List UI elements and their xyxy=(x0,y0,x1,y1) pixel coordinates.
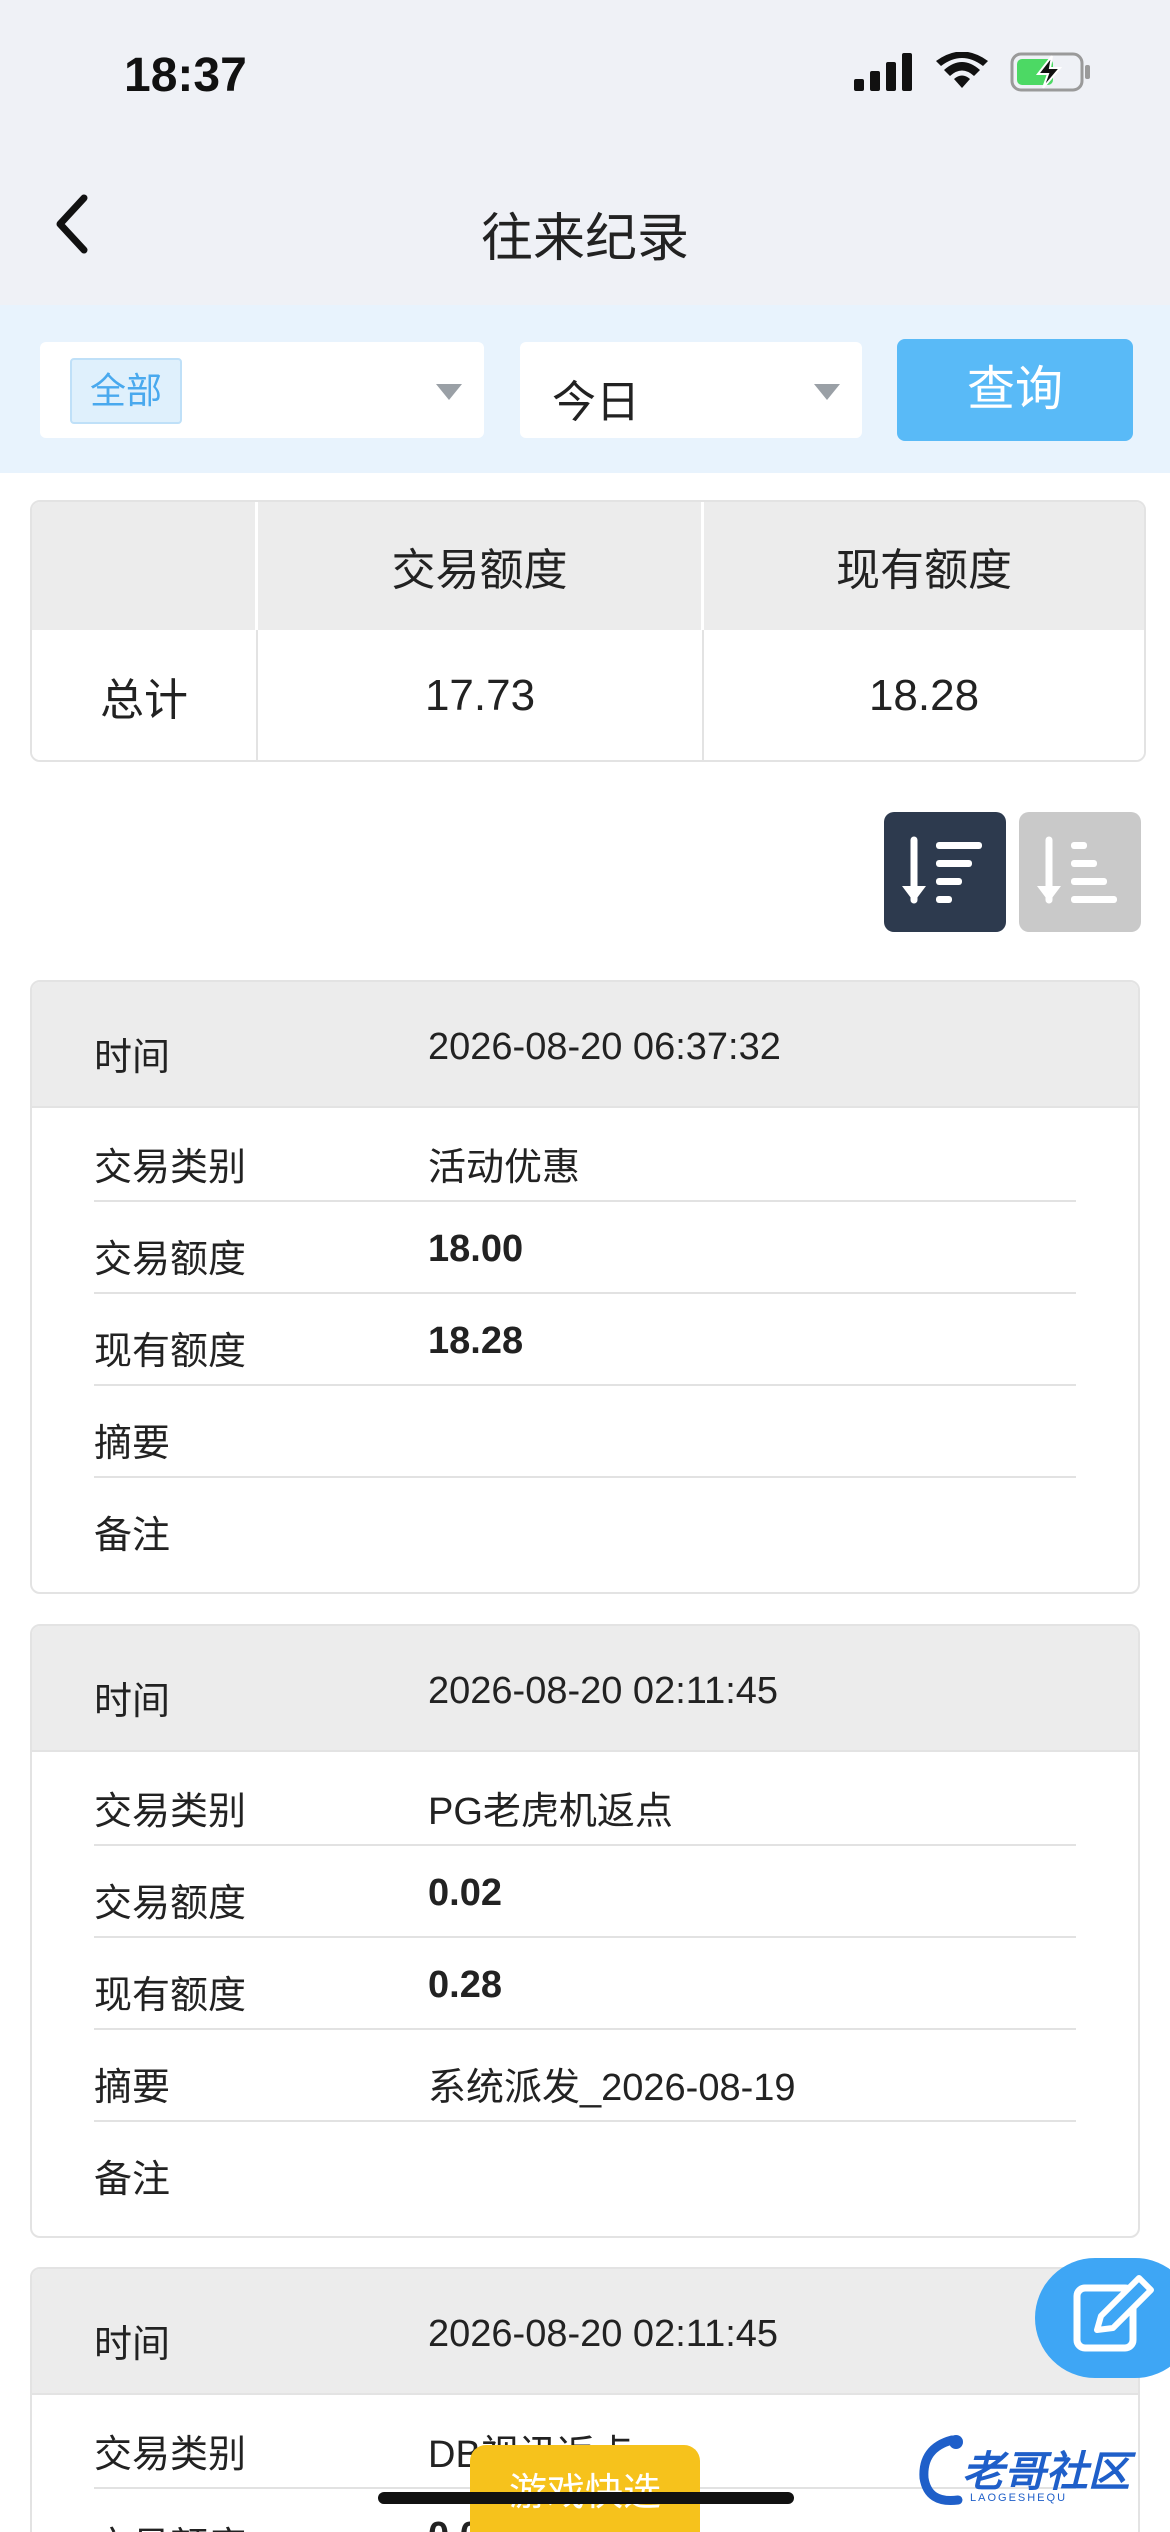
type-selected-chip[interactable]: 全部 xyxy=(70,358,183,424)
record-row: 交易类别 活动优惠 xyxy=(94,1110,1076,1202)
summary-table: 交易额度 现有额度 总计 17.73 18.28 xyxy=(30,500,1146,762)
row-label: 交易额度 xyxy=(94,1883,247,1925)
query-button[interactable]: 查询 xyxy=(897,339,1133,441)
row-label: 交易类别 xyxy=(94,1147,247,1189)
sort-asc-icon xyxy=(1037,836,1117,904)
row-label: 现有额度 xyxy=(94,1331,247,1373)
row-value: 系统派发_2026-08-19 xyxy=(428,2067,796,2109)
record-row: 交易类别 PG老虎机返点 xyxy=(94,1754,1076,1846)
record-row: 摘要 xyxy=(94,1386,1076,1478)
type-select[interactable]: 全部 xyxy=(40,342,484,438)
record-card: 时间 2026-08-20 02:11:45 交易类别 PG老虎机返点 交易额度… xyxy=(30,1624,1140,2238)
record-body: 交易类别 活动优惠 交易额度 18.00 现有额度 18.28 摘要 备注 xyxy=(32,1108,1138,1588)
record-row: 摘要 系统派发_2026-08-19 xyxy=(94,2030,1076,2122)
watermark-text: 老哥社区 xyxy=(962,2448,1131,2495)
record-header: 时间 2026-08-20 02:11:45 xyxy=(32,2269,1138,2395)
summary-header-empty xyxy=(32,502,258,630)
watermark-subtext: LAOGESHEQU xyxy=(970,2492,1068,2504)
date-select[interactable]: 今日 xyxy=(520,342,862,438)
status-icons xyxy=(854,52,1092,92)
record-time-label: 时间 xyxy=(94,1037,171,1079)
nav-bar: 往来纪录 xyxy=(0,150,1170,305)
row-label: 交易类别 xyxy=(94,2434,247,2476)
row-label: 摘要 xyxy=(94,2067,171,2109)
page-title: 往来纪录 xyxy=(480,210,689,268)
filter-bar: 全部 今日 查询 xyxy=(0,305,1170,473)
sort-desc-icon xyxy=(902,836,982,904)
row-value: 活动优惠 xyxy=(428,1147,581,1189)
row-label: 交易额度 xyxy=(94,2515,246,2532)
row-label: 备注 xyxy=(94,2159,171,2201)
record-row: 交易额度 0.02 xyxy=(94,1846,1076,1938)
record-time-label: 时间 xyxy=(94,2324,171,2366)
record-body: 交易类别 PG老虎机返点 交易额度 0.02 现有额度 0.28 摘要 系统派发… xyxy=(32,1752,1138,2232)
row-value: 18.28 xyxy=(428,1320,524,1362)
row-value: 0.02 xyxy=(428,1872,502,1914)
row-label: 摘要 xyxy=(94,1423,171,1465)
record-row: 备注 xyxy=(94,2122,1076,2214)
row-label: 交易额度 xyxy=(94,1239,247,1281)
row-value: 0.28 xyxy=(428,1964,502,2006)
edit-fab-button[interactable] xyxy=(1035,2258,1170,2378)
summary-total-row: 总计 17.73 18.28 xyxy=(32,630,1144,760)
game-quick-select-button[interactable]: 游戏快选 xyxy=(470,2445,700,2532)
home-indicator xyxy=(378,2492,794,2504)
battery-charging-icon xyxy=(1010,52,1090,92)
wifi-icon xyxy=(936,52,988,88)
summary-header-balance: 现有额度 xyxy=(836,546,1012,595)
summary-total-balance: 18.28 xyxy=(868,671,980,720)
record-row: 交易额度 18.00 xyxy=(94,1202,1076,1294)
row-value: 18.00 xyxy=(428,1228,524,1270)
cellular-signal-icon xyxy=(854,53,912,91)
status-time: 18:37 xyxy=(124,49,247,102)
row-label: 现有额度 xyxy=(94,1975,247,2017)
record-time-value: 2026-08-20 02:11:45 xyxy=(428,1670,779,1712)
record-time-value: 2026-08-20 02:11:45 xyxy=(428,2313,779,2355)
sort-asc-button[interactable] xyxy=(1019,812,1141,932)
caret-down-icon xyxy=(436,384,462,400)
record-row: 现有额度 0.28 xyxy=(94,1938,1076,2030)
row-value: PG老虎机返点 xyxy=(428,1791,673,1833)
record-time-value: 2026-08-20 06:37:32 xyxy=(428,1026,781,1068)
edit-icon xyxy=(1073,2275,1154,2352)
date-selected-value: 今日 xyxy=(552,378,640,427)
caret-down-icon xyxy=(814,384,840,400)
status-bar: 18:37 xyxy=(0,0,1170,150)
sort-desc-button[interactable] xyxy=(884,812,1006,932)
summary-total-trade: 17.73 xyxy=(258,630,704,760)
record-row: 备注 xyxy=(94,1478,1076,1570)
record-row: 现有额度 18.28 xyxy=(94,1294,1076,1386)
summary-header-trade: 交易额度 xyxy=(258,502,704,630)
row-label: 备注 xyxy=(94,1515,171,1557)
summary-total-label: 总计 xyxy=(32,630,258,760)
record-header: 时间 2026-08-20 02:11:45 xyxy=(32,1626,1138,1752)
record-header: 时间 2026-08-20 06:37:32 xyxy=(32,982,1138,1108)
watermark-logo: 老哥社区 LAOGESHEQU xyxy=(912,2420,1157,2520)
summary-header-row: 交易额度 现有额度 xyxy=(32,502,1144,630)
row-label: 交易类别 xyxy=(94,1791,247,1833)
record-time-label: 时间 xyxy=(94,1681,171,1723)
record-card: 时间 2026-08-20 06:37:32 交易类别 活动优惠 交易额度 18… xyxy=(30,980,1140,1594)
